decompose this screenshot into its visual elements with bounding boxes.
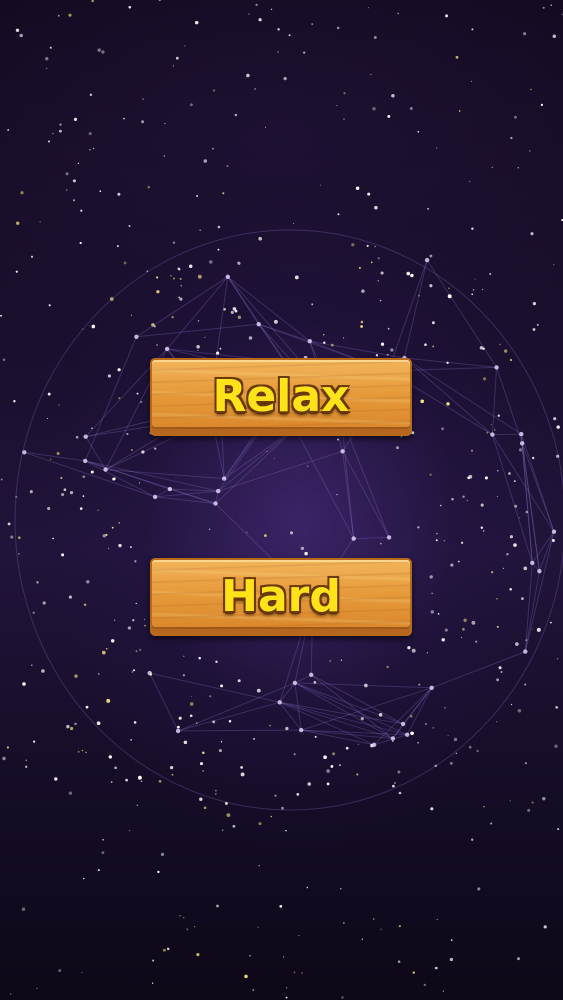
game-mode-screen: Relax Hard [0,0,563,1000]
relax-button-label: Relax [212,370,350,422]
stars [0,0,563,999]
starfield-background [0,0,563,999]
hard-button-label: Hard [221,570,341,622]
relax-mode-button[interactable]: Relax [150,358,412,436]
hard-mode-button[interactable]: Hard [150,558,412,636]
